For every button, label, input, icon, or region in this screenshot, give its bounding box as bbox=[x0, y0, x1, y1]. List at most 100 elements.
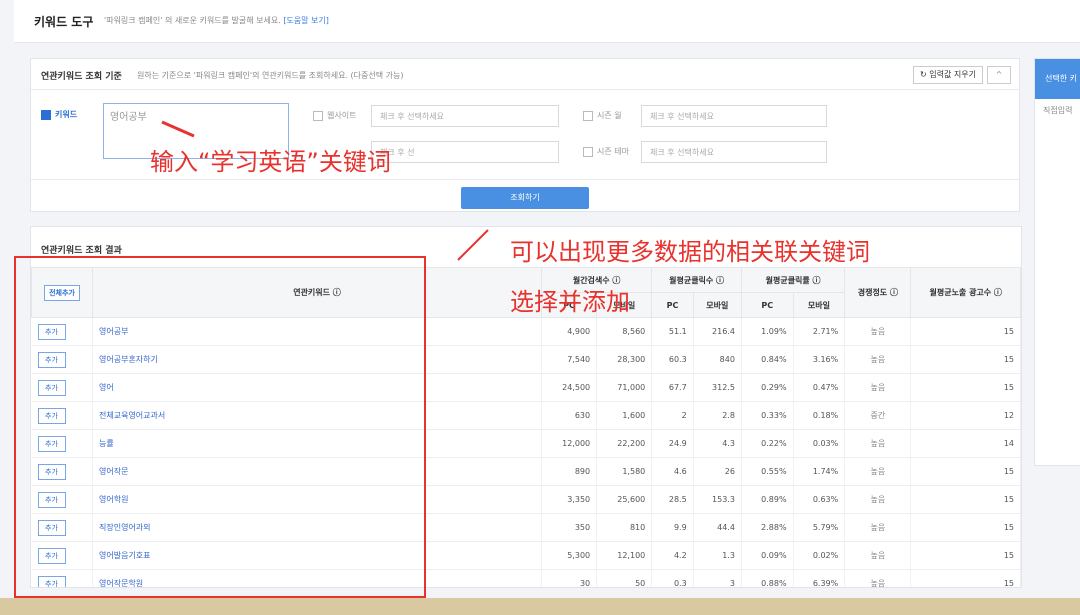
cell-rpc: 0.29% bbox=[741, 373, 794, 402]
checkbox-checked-icon bbox=[41, 109, 51, 120]
cell-rpc: 0.22% bbox=[741, 429, 794, 458]
help-link[interactable]: [도움말 보기] bbox=[283, 16, 329, 25]
cell-pc: 350 bbox=[541, 513, 598, 542]
collapse-button[interactable]: ^ bbox=[987, 66, 1011, 84]
cell-pc: 5,300 bbox=[541, 541, 598, 570]
cell-comp: 높음 bbox=[844, 345, 912, 374]
checkbox-icon bbox=[583, 110, 593, 121]
cell-ads: 15 bbox=[910, 485, 1021, 514]
cell-mo: 50 bbox=[596, 569, 653, 587]
cell-ads: 15 bbox=[910, 317, 1021, 346]
ad-count-header[interactable]: 월평균노출 광고수 ⓘ bbox=[910, 267, 1021, 318]
cell-comp: 높음 bbox=[844, 569, 912, 587]
refresh-icon: ↻ bbox=[920, 70, 927, 79]
cell-rmo: 0.02% bbox=[793, 541, 846, 570]
cell-mo: 22,200 bbox=[596, 429, 653, 458]
app-frame: 키워드 도구 '파워링크 캠페인' 의 새로운 키워드를 발굴해 보세요. [도… bbox=[0, 0, 1080, 615]
cell-ads: 15 bbox=[910, 345, 1021, 374]
cell-pc: 30 bbox=[541, 569, 598, 587]
website-select[interactable]: 체크 후 선택하세요 bbox=[371, 105, 559, 127]
competition-header[interactable]: 경쟁정도 ⓘ bbox=[844, 267, 912, 318]
cell-rpc: 0.09% bbox=[741, 541, 794, 570]
cell-ads: 14 bbox=[910, 429, 1021, 458]
cell-rmo: 1.74% bbox=[793, 457, 846, 486]
annotation-input-keyword: 输入“学习英语”关键词 bbox=[150, 148, 391, 176]
arrow-icon bbox=[161, 120, 195, 138]
criteria-header: 연관키워드 조회 기준 원하는 기준으로 '파워링크 캠페인'의 연관키워드를 … bbox=[31, 59, 1019, 90]
selected-keywords-panel: 선택한 키 직접입력 bbox=[1034, 58, 1080, 466]
cell-comp: 높음 bbox=[844, 541, 912, 570]
keyword-checkbox[interactable]: 키워드 bbox=[41, 109, 77, 120]
checkbox-icon bbox=[583, 146, 593, 157]
cell-comp: 중간 bbox=[844, 401, 912, 430]
page-header: 키워드 도구 '파워링크 캠페인' 의 새로운 키워드를 발굴해 보세요. [도… bbox=[14, 0, 1080, 43]
direct-input-label[interactable]: 직접입력 bbox=[1035, 99, 1080, 122]
cell-mo: 810 bbox=[596, 513, 653, 542]
cell-rpc: 2.88% bbox=[741, 513, 794, 542]
season-month-label: 시즌 월 bbox=[597, 111, 622, 120]
season-theme-select[interactable]: 체크 후 선택하세요 bbox=[641, 141, 827, 163]
cell-rpc: 1.09% bbox=[741, 317, 794, 346]
cell-rmo: 3.16% bbox=[793, 345, 846, 374]
cell-cmo: 153.3 bbox=[693, 485, 742, 514]
checkbox-icon bbox=[313, 110, 323, 121]
cell-cpc: 60.3 bbox=[651, 345, 694, 374]
reset-input-label: 입력값 지우기 bbox=[929, 70, 976, 79]
cell-mo: 8,560 bbox=[596, 317, 653, 346]
criteria-title: 연관키워드 조회 기준 bbox=[41, 72, 122, 82]
cell-cpc: 28.5 bbox=[651, 485, 694, 514]
page-title: 키워드 도구 bbox=[34, 15, 94, 29]
cell-rpc: 0.88% bbox=[741, 569, 794, 587]
cell-ads: 15 bbox=[910, 569, 1021, 587]
arrow-icon bbox=[457, 229, 489, 261]
cell-cpc: 2 bbox=[651, 401, 694, 430]
cell-cmo: 26 bbox=[693, 457, 742, 486]
cell-rmo: 6.39% bbox=[793, 569, 846, 587]
season-month-checkbox[interactable]: 시즌 월 bbox=[583, 110, 622, 121]
cell-ads: 12 bbox=[910, 401, 1021, 430]
cell-rmo: 2.71% bbox=[793, 317, 846, 346]
cell-mo: 1,580 bbox=[596, 457, 653, 486]
annotation-related-keywords: 可以出现更多数据的相关联关键词 bbox=[510, 238, 870, 266]
season-month-select[interactable]: 체크 후 선택하세요 bbox=[641, 105, 827, 127]
cell-pc: 630 bbox=[541, 401, 598, 430]
website-checkbox-label: 웹사이트 bbox=[327, 111, 357, 120]
click-pc-header[interactable]: PC bbox=[651, 292, 694, 318]
cell-rpc: 0.33% bbox=[741, 401, 794, 430]
cell-mo: 71,000 bbox=[596, 373, 653, 402]
search-button[interactable]: 조회하기 bbox=[461, 187, 589, 209]
cell-rmo: 0.18% bbox=[793, 401, 846, 430]
ctr-pc-header[interactable]: PC bbox=[740, 292, 794, 318]
page-description-text: '파워링크 캠페인' 의 새로운 키워드를 발굴해 보세요. bbox=[104, 16, 281, 25]
cell-ads: 15 bbox=[910, 513, 1021, 542]
click-mobile-header[interactable]: 모바일 bbox=[692, 292, 742, 318]
cell-rmo: 0.47% bbox=[793, 373, 846, 402]
cell-cpc: 24.9 bbox=[651, 429, 694, 458]
reset-input-button[interactable]: ↻ 입력값 지우기 bbox=[913, 66, 983, 84]
hidden-select[interactable]: 체크 후 선 bbox=[371, 141, 559, 163]
page-description: '파워링크 캠페인' 의 새로운 키워드를 발굴해 보세요. [도움말 보기] bbox=[104, 15, 329, 26]
keyword-checkbox-label: 키워드 bbox=[55, 110, 78, 119]
cell-comp: 높음 bbox=[844, 429, 912, 458]
cell-rmo: 5.79% bbox=[793, 513, 846, 542]
criteria-subtitle: 원하는 기준으로 '파워링크 캠페인'의 연관키워드를 조회하세요. (다중선택… bbox=[137, 71, 404, 80]
cell-comp: 높음 bbox=[844, 485, 912, 514]
season-theme-checkbox[interactable]: 시즌 테마 bbox=[583, 146, 629, 157]
cell-mo: 12,100 bbox=[596, 541, 653, 570]
cell-rpc: 0.55% bbox=[741, 457, 794, 486]
search-bar: 조회하기 bbox=[31, 179, 1019, 212]
cell-cpc: 51.1 bbox=[651, 317, 694, 346]
cell-comp: 높음 bbox=[844, 513, 912, 542]
cell-rpc: 0.89% bbox=[741, 485, 794, 514]
cell-rmo: 0.63% bbox=[793, 485, 846, 514]
website-checkbox[interactable]: 웹사이트 bbox=[313, 110, 356, 121]
ctr-mobile-header[interactable]: 모바일 bbox=[792, 292, 846, 318]
cell-rmo: 0.03% bbox=[793, 429, 846, 458]
cell-cmo: 44.4 bbox=[693, 513, 742, 542]
monthly-click-header[interactable]: 월평균클릭수 ⓘ bbox=[651, 267, 742, 293]
monthly-ctr-header[interactable]: 월평균클릭률 ⓘ bbox=[740, 267, 846, 293]
cell-pc: 4,900 bbox=[541, 317, 598, 346]
bottom-bar bbox=[0, 598, 1080, 615]
cell-cmo: 4.3 bbox=[693, 429, 742, 458]
cell-ads: 15 bbox=[910, 541, 1021, 570]
